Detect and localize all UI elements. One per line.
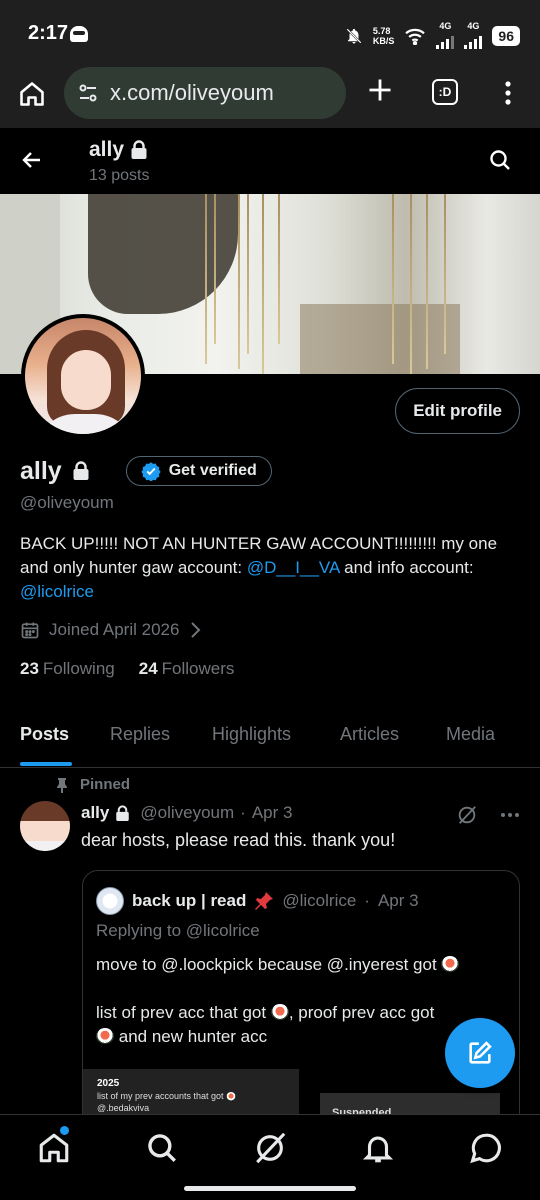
tab-media[interactable]: Media <box>446 724 495 745</box>
profile-tabs: Posts Replies Highlights Articles Media <box>0 712 540 768</box>
quoted-date: Apr 3 <box>377 891 419 910</box>
tab-posts[interactable]: Posts <box>20 724 69 745</box>
gesture-bar[interactable] <box>184 1186 356 1191</box>
following-link[interactable]: 23 Following <box>20 659 115 679</box>
profile-name-row: ally Get verified <box>20 456 272 486</box>
lock-icon <box>131 140 147 159</box>
profile-avatar[interactable] <box>21 314 145 438</box>
header-title: ally <box>89 138 148 162</box>
wifi-icon <box>405 28 426 45</box>
protected-lock-icon <box>73 461 89 480</box>
site-settings-icon[interactable] <box>76 81 100 105</box>
mute-icon <box>346 27 362 44</box>
compose-post-button[interactable] <box>445 1018 515 1088</box>
status-bar: 2:17 5.78 KB/S 4G 4G 96 <box>0 0 540 62</box>
quoted-author-avatar <box>96 887 124 915</box>
tab-highlights[interactable]: Highlights <box>212 724 291 745</box>
grok-icon[interactable] <box>456 804 478 826</box>
battery-indicator: 96 <box>492 25 520 46</box>
bio-mention-link[interactable]: @licolrice <box>20 582 94 601</box>
quoted-text: move to @.loockpick because @.inyerest g… <box>96 953 506 1049</box>
joined-date[interactable]: Joined April 2026 <box>20 620 202 640</box>
browser-toolbar: x.com/oliveyoum :D <box>0 62 540 128</box>
post-author-name[interactable]: ally <box>81 803 109 823</box>
post-text: dear hosts, please read this. thank you! <box>81 830 396 850</box>
pinned-indicator: Pinned <box>56 776 130 793</box>
posts-count: 13 posts <box>89 167 150 184</box>
grok-nav-icon[interactable] <box>253 1131 287 1165</box>
home-icon[interactable] <box>37 1131 71 1165</box>
url-text[interactable]: x.com/oliveyoum <box>110 80 274 106</box>
post-author-handle[interactable]: @oliveyoum <box>140 803 234 823</box>
sushi-emoji <box>270 1004 289 1020</box>
browser-home-icon[interactable] <box>18 80 46 108</box>
compose-icon <box>469 1041 492 1064</box>
edit-profile-button[interactable]: Edit profile <box>395 388 520 434</box>
verified-badge-icon <box>141 462 161 481</box>
notifications-bell-icon[interactable] <box>361 1131 395 1165</box>
post-author-avatar[interactable] <box>20 801 70 851</box>
profile-bio: BACK UP!!!!! NOT AN HUNTER GAW ACCOUNT!!… <box>20 534 498 601</box>
calendar-icon <box>21 622 39 639</box>
post-header: ally @oliveyoum · Apr 3 <box>81 803 292 823</box>
active-tab-indicator <box>20 762 72 766</box>
quoted-post-header: back up | read @licolrice · Apr 3 <box>96 887 419 915</box>
messages-icon[interactable] <box>469 1131 503 1165</box>
new-tab-icon[interactable] <box>366 76 394 104</box>
sim2-signal: 4G <box>464 22 483 49</box>
post-actions <box>456 804 520 826</box>
pin-icon <box>57 777 67 793</box>
more-options-icon[interactable] <box>500 812 520 818</box>
browser-menu-icon[interactable] <box>500 78 516 108</box>
quoted-separator: · <box>364 891 370 910</box>
get-verified-button[interactable]: Get verified <box>125 456 272 486</box>
follow-stats: 23 Following 24 Followers <box>20 659 234 679</box>
followers-link[interactable]: 24 Followers <box>139 659 235 679</box>
address-bar[interactable]: x.com/oliveyoum <box>64 67 346 119</box>
sushi-emoji <box>96 1028 114 1044</box>
quoted-author-name: back up | read <box>132 891 247 910</box>
post-separator: · <box>240 803 246 822</box>
quoted-author-handle: @licolrice <box>282 891 357 910</box>
tab-replies[interactable]: Replies <box>110 724 170 745</box>
chevron-right-icon <box>191 622 201 638</box>
sushi-emoji <box>441 956 460 972</box>
quoted-post[interactable]: back up | read @licolrice · Apr 3 Replyi… <box>82 870 520 1150</box>
clock: 2:17 <box>28 22 69 44</box>
tab-articles[interactable]: Articles <box>340 724 399 745</box>
tab-switcher-button[interactable]: :D <box>432 79 458 105</box>
profile-handle: @oliveyoum <box>20 493 114 512</box>
profile-name: ally <box>20 456 62 485</box>
replying-to: Replying to @licolrice <box>96 921 260 940</box>
sim1-signal: 4G <box>436 22 455 49</box>
bio-mention-link[interactable]: @D__I__VA <box>247 558 340 577</box>
profile-header-bar: ally 13 posts <box>0 128 540 194</box>
post-date[interactable]: Apr 3 <box>252 803 293 823</box>
status-icons: 5.78 KB/S 4G 4G 96 <box>345 22 520 49</box>
net-speed: 5.78 KB/S <box>372 25 395 46</box>
home-notification-dot <box>60 1126 69 1135</box>
pushpin-icon <box>255 892 274 910</box>
explore-search-icon[interactable] <box>145 1131 179 1165</box>
lock-icon <box>116 804 130 821</box>
back-arrow-icon[interactable] <box>20 148 44 172</box>
search-icon[interactable] <box>488 148 512 172</box>
app-notification-icon <box>70 26 88 42</box>
